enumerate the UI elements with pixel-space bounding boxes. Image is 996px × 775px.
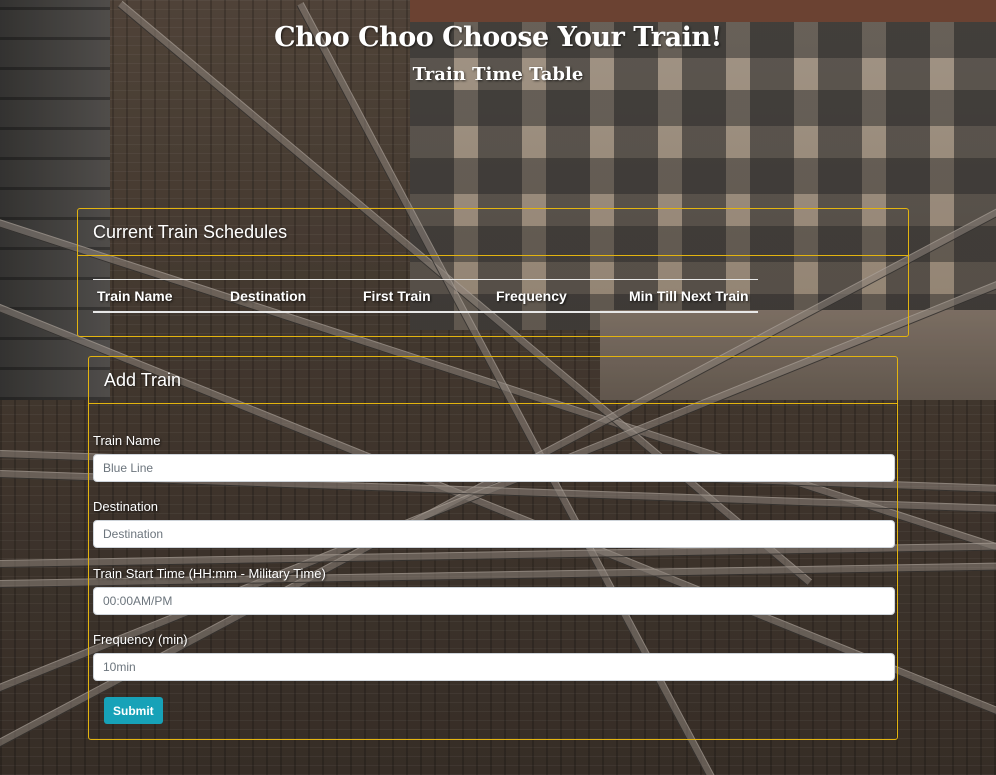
frequency-group: Frequency (min) (93, 632, 895, 681)
add-train-card-title: Add Train (89, 357, 897, 404)
column-header-frequency: Frequency (492, 279, 625, 313)
column-header-min-till-next-train: Min Till Next Train (625, 279, 758, 313)
train-schedule-card: Current Train Schedules Train Name Desti… (77, 208, 909, 337)
frequency-input[interactable] (93, 653, 895, 681)
start-time-input[interactable] (93, 587, 895, 615)
frequency-label: Frequency (min) (93, 632, 188, 647)
page-title: Choo Choo Choose Your Train! (274, 22, 722, 53)
destination-input[interactable] (93, 520, 895, 548)
destination-label: Destination (93, 499, 159, 514)
page-subtitle: Train Time Table (412, 64, 584, 85)
column-header-train-name: Train Name (93, 279, 226, 313)
start-time-label: Train Start Time (HH:mm - Military Time) (93, 566, 326, 581)
column-header-destination: Destination (226, 279, 359, 313)
schedule-card-title: Current Train Schedules (78, 209, 908, 256)
schedule-table: Train Name Destination First Train Frequ… (93, 279, 758, 313)
train-name-group: Train Name (93, 433, 895, 482)
column-header-first-train: First Train (359, 279, 492, 313)
submit-button[interactable]: Submit (104, 697, 163, 724)
schedule-table-header-row: Train Name Destination First Train Frequ… (93, 279, 758, 313)
destination-group: Destination (93, 499, 895, 548)
train-name-input[interactable] (93, 454, 895, 482)
train-name-label: Train Name (93, 433, 161, 448)
start-time-group: Train Start Time (HH:mm - Military Time) (93, 566, 895, 615)
add-train-card: Add Train Train Name Destination Train S… (88, 356, 898, 740)
